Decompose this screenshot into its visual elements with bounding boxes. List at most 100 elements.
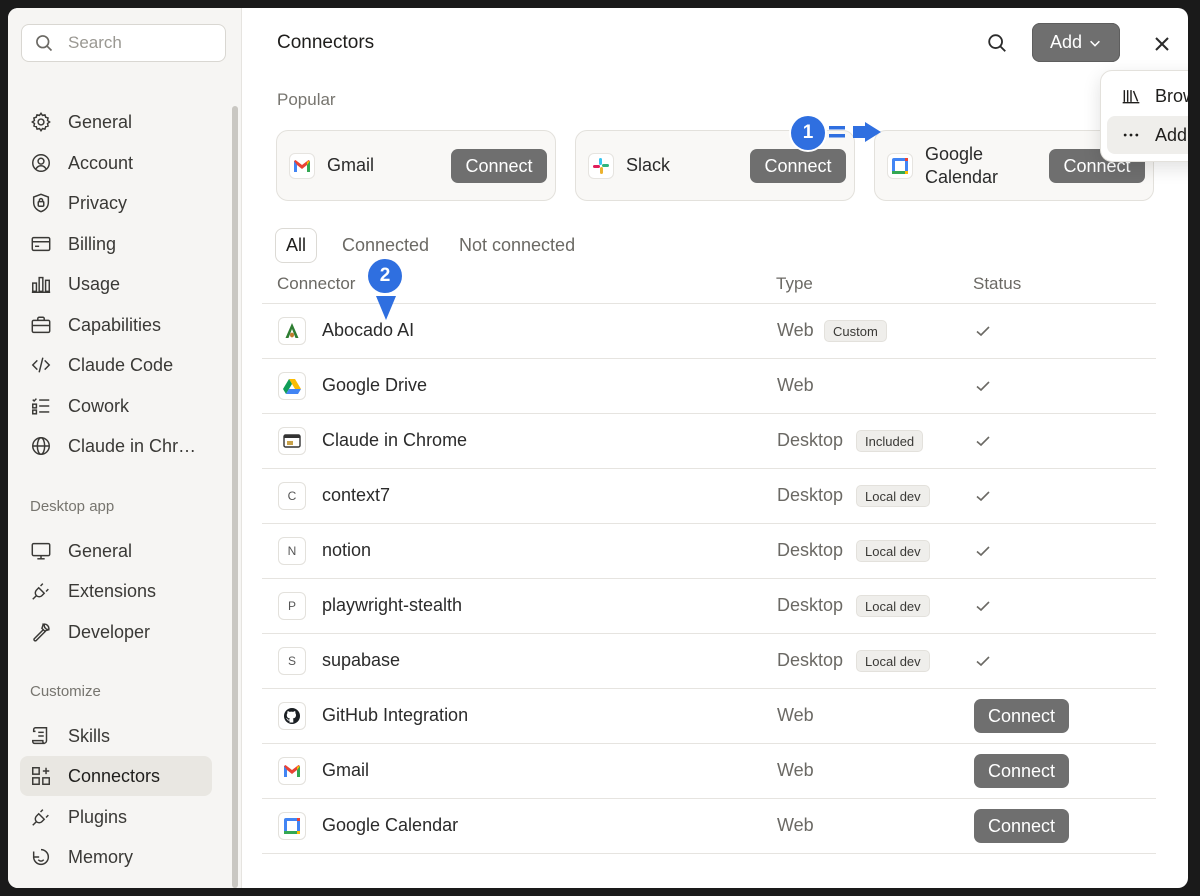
main-panel: Connectors Add Popular Gmail Connect Sla… — [242, 8, 1188, 888]
code-icon — [31, 357, 51, 373]
connector-type: Desktop — [777, 485, 844, 505]
sidebar-item-usage[interactable]: Usage — [20, 264, 212, 304]
filter-tab-all[interactable]: All — [275, 228, 318, 263]
sidebar-item-memory[interactable]: Memory — [20, 837, 212, 877]
checklist-icon — [32, 398, 50, 415]
plug-icon — [32, 809, 49, 826]
filter-tab-not-connected[interactable]: Not connected — [459, 228, 575, 263]
sidebar-item-label: General — [68, 540, 133, 561]
user-icon — [32, 154, 50, 172]
connector-type: Web — [777, 375, 814, 395]
connector-name: Abocado AI — [322, 320, 415, 340]
menu-item-label: Browse connectors — [1155, 85, 1188, 106]
check-icon — [976, 436, 990, 447]
sidebar-item-skills[interactable]: Skills — [20, 716, 212, 756]
sidebar-item-privacy[interactable]: Privacy — [20, 183, 212, 223]
globe-icon — [32, 437, 50, 455]
check-icon — [976, 656, 990, 667]
sidebar-item-capabilities[interactable]: Capabilities — [20, 305, 212, 345]
sidebar-item-general[interactable]: General — [20, 102, 212, 142]
column-header-connector: Connector — [277, 274, 356, 293]
table-row[interactable]: P playwright-stealth Desktop Local dev — [262, 579, 1156, 634]
check-icon — [976, 601, 990, 612]
table-row[interactable]: GitHub Integration Web Connect — [262, 689, 1156, 744]
sidebar-item-label: General — [68, 111, 133, 132]
check-icon — [976, 491, 990, 502]
connector-type: Desktop — [777, 595, 844, 615]
menu-item-add-custom-connector[interactable]: Add custom connector — [1107, 116, 1188, 154]
connect-button[interactable]: Connect — [451, 149, 547, 183]
connect-button[interactable]: Connect — [974, 809, 1069, 843]
section-label-desktop: Desktop app — [30, 498, 115, 515]
menu-item-browse-connectors[interactable]: Browse connectors — [1107, 77, 1188, 115]
table-row[interactable]: N notion Desktop Local dev — [262, 524, 1156, 579]
filter-tab-connected[interactable]: Connected — [342, 228, 429, 263]
card-icon — [31, 236, 51, 252]
check-icon — [976, 326, 990, 337]
table-row[interactable]: Claude in Chrome Desktop Included — [262, 414, 1156, 469]
search-input[interactable] — [68, 33, 208, 53]
add-button[interactable]: Add — [1032, 23, 1120, 62]
sidebar-item-connectors[interactable]: Connectors — [20, 756, 212, 796]
search-button[interactable] — [984, 30, 1010, 56]
chrome-window-icon — [278, 427, 306, 455]
column-header-type: Type — [776, 274, 813, 293]
sidebar-item-label: Extensions — [68, 580, 157, 601]
search-box[interactable] — [21, 24, 226, 62]
abocado-logo-icon — [278, 317, 306, 345]
sidebar-item-label: Account — [68, 152, 134, 173]
chevron-down-icon — [1090, 40, 1100, 47]
table-row[interactable]: C context7 Desktop Local dev — [262, 469, 1156, 524]
sidebar-scrollbar[interactable] — [232, 106, 238, 888]
column-header-status: Status — [973, 274, 1022, 293]
letter-logo-icon: N — [278, 537, 306, 565]
sidebar-item-label: Claude Code — [68, 354, 174, 375]
gmail-logo-icon — [289, 152, 315, 179]
table-row[interactable]: S supabase Desktop Local dev — [262, 634, 1156, 689]
connector-name: playwright-stealth — [322, 595, 463, 615]
table-row[interactable]: Gmail Web Connect — [262, 744, 1156, 799]
gear-icon — [31, 112, 51, 132]
slack-logo-icon — [588, 152, 614, 179]
scroll-icon — [32, 727, 48, 745]
bar-chart-icon — [31, 276, 51, 293]
popular-card-name: Slack — [626, 155, 671, 175]
sidebar-item-developer[interactable]: Developer — [20, 612, 212, 652]
sidebar-item-label: Cowork — [68, 395, 130, 416]
connector-name: supabase — [322, 650, 401, 670]
sidebar-item-claude-in-chrome[interactable]: Claude in Chr… — [20, 426, 212, 466]
letter-logo-icon: P — [278, 592, 306, 620]
connector-tag: Local dev — [856, 595, 930, 617]
connector-name: Claude in Chrome — [322, 430, 468, 450]
google-drive-logo-icon — [278, 372, 306, 400]
sidebar-item-label: Capabilities — [68, 314, 162, 335]
table-row[interactable]: Google Drive Web — [262, 359, 1156, 414]
sidebar-item-billing[interactable]: Billing — [20, 224, 212, 264]
sidebar-item-label: Connectors — [68, 765, 161, 786]
section-label-customize: Customize — [30, 683, 101, 700]
sidebar-item-cowork[interactable]: Cowork — [20, 386, 212, 426]
add-button-label: Add — [1049, 32, 1083, 52]
sidebar-item-claude-code[interactable]: Claude Code — [20, 345, 212, 385]
annotation-arrow-right-icon — [829, 122, 881, 142]
sidebar-item-extensions[interactable]: Extensions — [20, 571, 212, 611]
close-button[interactable] — [1150, 32, 1174, 56]
sidebar-item-plugins[interactable]: Plugins — [20, 797, 212, 837]
search-icon — [988, 34, 1006, 52]
google-calendar-logo-icon — [887, 152, 913, 179]
search-icon — [36, 35, 53, 52]
sidebar-item-desktop-general[interactable]: General — [20, 531, 212, 571]
connect-button[interactable]: Connect — [974, 699, 1069, 733]
check-icon — [976, 381, 990, 392]
table-row[interactable]: Google Calendar Web Connect — [262, 799, 1156, 854]
connector-type: Web — [777, 705, 814, 725]
memory-icon — [32, 848, 50, 866]
connect-button[interactable]: Connect — [974, 754, 1069, 788]
letter-logo-icon: S — [278, 647, 306, 675]
connect-button[interactable]: Connect — [750, 149, 846, 183]
connector-name: Google Calendar — [322, 815, 459, 835]
connector-name: context7 — [322, 485, 391, 505]
connector-tag: Local dev — [856, 485, 930, 507]
connector-type: Web — [777, 760, 814, 780]
sidebar-item-account[interactable]: Account — [20, 143, 212, 183]
